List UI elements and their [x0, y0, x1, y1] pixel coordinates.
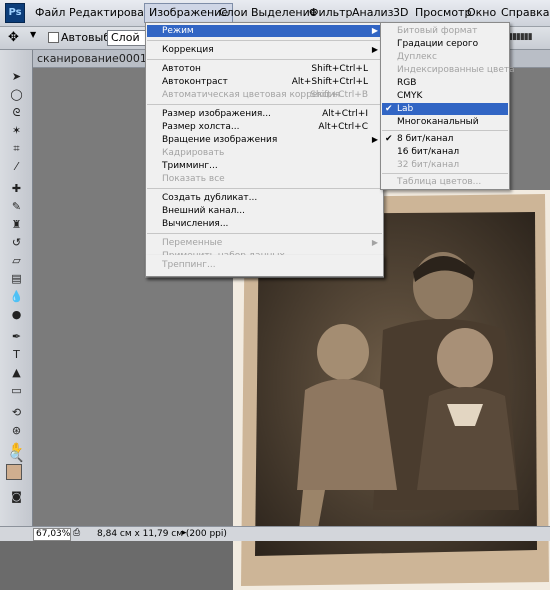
submenu-arrow-icon: ▶ — [371, 238, 378, 247]
submenu-arrow-icon: ▶ — [371, 26, 378, 35]
crop-tool-icon[interactable]: ⌗ — [9, 142, 24, 155]
chevron-down-icon[interactable]: ▼ — [30, 30, 36, 39]
image-menu-auto-tone[interactable]: Автотон Shift+Ctrl+L — [147, 63, 382, 75]
marquee-tool-icon[interactable]: ◯ — [9, 88, 24, 101]
mode-lab[interactable]: ✔ Lab — [382, 103, 508, 115]
mode-color-table: Таблица цветов... — [397, 177, 482, 187]
eraser-tool-icon[interactable]: ▱ — [9, 254, 24, 267]
image-menu-rotation[interactable]: Вращение изображения ▶ — [147, 134, 382, 146]
menu-3d[interactable]: 3D — [389, 4, 412, 22]
zoom-level-input[interactable]: 67,03% — [33, 528, 71, 541]
menu-separator — [147, 188, 382, 189]
healing-brush-tool-icon[interactable]: ✚ — [9, 182, 24, 195]
gradient-tool-icon[interactable]: ▤ — [9, 272, 24, 285]
shortcut-label: Alt+Ctrl+I — [322, 109, 368, 119]
document-size-text: 8,84 см x 11,79 см (200 ppi) — [97, 529, 227, 539]
mode-32-bit: 32 бит/канал — [397, 160, 460, 170]
zoom-tool-icon[interactable]: 🔍 — [9, 450, 24, 463]
image-menu-auto-contrast[interactable]: Автоконтраст Alt+Shift+Ctrl+L — [147, 76, 382, 88]
clone-stamp-tool-icon[interactable]: ♜ — [9, 218, 24, 231]
image-menu-reveal-all: Показать все — [162, 174, 225, 184]
move-tool-icon[interactable]: ➤ — [9, 70, 24, 83]
menu-separator — [147, 59, 382, 60]
blur-tool-icon[interactable]: 💧 — [9, 290, 24, 303]
menu-separator — [382, 173, 508, 174]
menu-separator — [147, 40, 382, 41]
submenu-arrow-icon: ▶ — [371, 135, 378, 144]
image-menu-trap: Треппинг... — [162, 260, 216, 270]
align-icons[interactable]: ▮▮▮▮▮▮ — [508, 32, 548, 43]
history-brush-tool-icon[interactable]: ↺ — [9, 236, 24, 249]
mode-cmyk[interactable]: CMYK — [382, 90, 508, 102]
3d-rotate-tool-icon[interactable]: ⟲ — [9, 406, 24, 419]
mode-submenu: Битовый формат Градации серого Дуплекс И… — [380, 22, 515, 190]
image-menu-image-size[interactable]: Размер изображения... Alt+Ctrl+I — [147, 108, 382, 120]
image-menu-canvas-size[interactable]: Размер холста... Alt+Ctrl+C — [147, 121, 382, 133]
menu-separator — [382, 130, 508, 131]
image-menu-adjustments[interactable]: Коррекция ▶ — [147, 44, 382, 56]
image-menu-calculations[interactable]: Вычисления... — [147, 218, 382, 230]
image-menu-duplicate[interactable]: Создать дубликат... — [147, 192, 382, 204]
image-menu-apply-image[interactable]: Внешний канал... — [147, 205, 382, 217]
menu-separator — [147, 233, 382, 234]
check-icon: ✔ — [385, 104, 393, 114]
quick-mask-icon[interactable]: ◙ — [9, 490, 24, 503]
image-menu-bottom: Треппинг... — [145, 255, 384, 277]
menu-window[interactable]: Окно — [463, 4, 500, 22]
photoshop-logo: Ps — [5, 3, 25, 23]
foreground-color-swatch[interactable] — [6, 464, 22, 480]
status-menu-arrow-icon[interactable]: ▸ — [182, 528, 187, 538]
move-tool-icon[interactable]: ✥ — [8, 30, 19, 45]
image-menu-mode[interactable]: Режим ▶ — [147, 25, 382, 37]
document-info-icon[interactable]: ⎙ — [73, 528, 80, 538]
status-bar: 67,03% ⎙ 8,84 см x 11,79 см (200 ppi) ▸ — [0, 526, 550, 541]
image-menu-crop: Кадрировать — [162, 148, 225, 158]
eyedropper-tool-icon[interactable]: ⁄ — [9, 160, 24, 173]
shape-tool-icon[interactable]: ▭ — [9, 384, 24, 397]
autoselect-checkbox[interactable] — [48, 32, 59, 43]
brush-tool-icon[interactable]: ✎ — [9, 200, 24, 213]
image-menu-auto-color: Автоматическая цветовая коррекция Shift+C… — [162, 90, 368, 100]
image-menu-variables: Переменные ▶ — [162, 238, 378, 248]
image-menu-trim[interactable]: Тримминг... — [147, 160, 382, 172]
dodge-tool-icon[interactable]: ● — [9, 308, 24, 321]
3d-orbit-tool-icon[interactable]: ⊛ — [9, 424, 24, 437]
menu-separator — [147, 104, 382, 105]
submenu-arrow-icon: ▶ — [371, 45, 378, 54]
shortcut-label: Alt+Shift+Ctrl+L — [291, 77, 368, 87]
mode-grayscale[interactable]: Градации серого — [382, 38, 508, 50]
shortcut-label: Alt+Ctrl+C — [318, 122, 368, 132]
toolbox: ➤ ◯ ᘓ ✶ ⌗ ⁄ ✚ ✎ ♜ ↺ ▱ ▤ 💧 ● ✒ T ▲ ▭ ⟲ ⊛ … — [0, 50, 33, 530]
pen-tool-icon[interactable]: ✒ — [9, 330, 24, 343]
mode-rgb[interactable]: RGB — [382, 77, 508, 89]
mode-16-bit[interactable]: 16 бит/канал — [382, 146, 508, 158]
check-icon: ✔ — [385, 134, 393, 144]
mode-multichannel[interactable]: Многоканальный — [382, 116, 508, 128]
shortcut-label: Shift+Ctrl+L — [311, 64, 368, 74]
mode-indexed-color: Индексированные цвета — [397, 65, 515, 75]
image-menu: Режим ▶ Коррекция ▶ Автотон Shift+Ctrl+L Ав… — [145, 22, 384, 278]
mode-8-bit[interactable]: ✔ 8 бит/канал — [382, 133, 508, 145]
type-tool-icon[interactable]: T — [9, 348, 24, 361]
mode-bitmap: Битовый формат — [397, 26, 478, 36]
lasso-tool-icon[interactable]: ᘓ — [9, 106, 24, 119]
menu-help[interactable]: Справка — [497, 4, 550, 22]
shortcut-label: Shift+Ctrl+B — [310, 90, 368, 100]
menu-file[interactable]: Файл — [31, 4, 69, 22]
mode-duotone: Дуплекс — [397, 52, 437, 62]
magic-wand-tool-icon[interactable]: ✶ — [9, 124, 24, 137]
path-selection-tool-icon[interactable]: ▲ — [9, 366, 24, 379]
